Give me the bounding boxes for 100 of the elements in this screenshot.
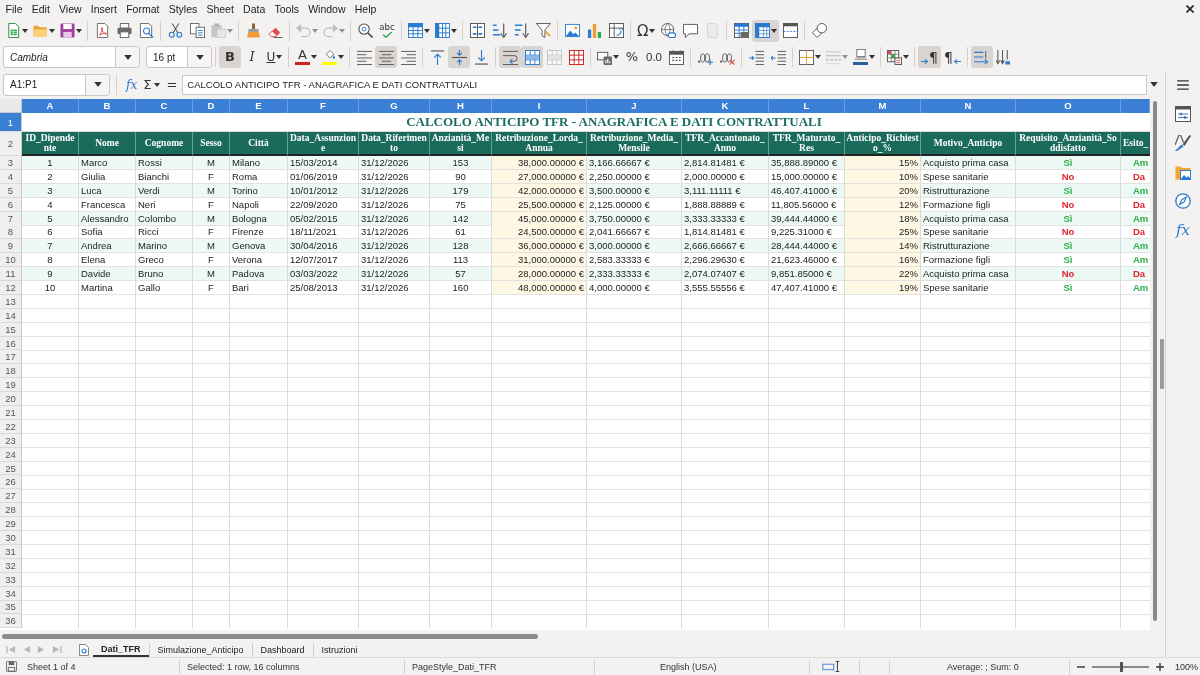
row-header[interactable]: 36 xyxy=(0,614,22,629)
row-header[interactable]: 12 xyxy=(0,281,22,295)
font-size-field[interactable]: 16 pt xyxy=(146,46,212,68)
navigator-button[interactable] xyxy=(1172,190,1194,212)
text-left-to-right-button[interactable] xyxy=(970,46,993,68)
column-header[interactable]: F xyxy=(288,99,359,113)
empty-cell-grid[interactable] xyxy=(22,294,1150,629)
scrollbar-thumb[interactable] xyxy=(1153,101,1157,621)
sum-button[interactable]: Σ xyxy=(140,74,164,95)
name-box[interactable]: A1:P1 xyxy=(3,73,110,96)
center-vertically-button[interactable] xyxy=(448,46,470,68)
row-header[interactable]: 19 xyxy=(0,378,22,393)
column-header[interactable]: J xyxy=(587,99,682,113)
bold-button[interactable]: B xyxy=(219,46,241,68)
column-header[interactable]: L xyxy=(769,99,845,113)
number-button[interactable]: 0.0 xyxy=(643,46,665,68)
styles-button[interactable] xyxy=(1172,132,1194,154)
row-header[interactable]: 8 xyxy=(0,225,22,240)
menu-item[interactable]: Tools xyxy=(269,1,304,17)
underline-button[interactable]: U xyxy=(263,46,285,68)
selection-mode-icon[interactable] xyxy=(822,661,841,672)
align-center-button[interactable] xyxy=(375,46,397,68)
column-header[interactable]: D xyxy=(193,99,230,113)
sheet-tab[interactable]: Istruzioni xyxy=(312,642,366,657)
menu-item[interactable]: Edit xyxy=(27,1,55,17)
row-header[interactable]: 28 xyxy=(0,503,22,518)
table-cell: 25% xyxy=(845,225,921,240)
row-header[interactable]: 3 xyxy=(0,156,22,170)
column-header[interactable]: A xyxy=(22,99,79,113)
table-cell: Rossi xyxy=(136,156,193,170)
border-color-button[interactable] xyxy=(850,46,877,68)
menu-item[interactable]: Help xyxy=(350,1,381,17)
row-header[interactable]: 2 xyxy=(0,132,22,156)
table-cell: 19% xyxy=(845,281,921,295)
row-header[interactable]: 10 xyxy=(0,253,22,268)
page-style[interactable]: PageStyle_Dati_TFR xyxy=(412,661,497,672)
menu-item[interactable]: Data xyxy=(238,1,270,17)
scrollbar-thumb[interactable] xyxy=(2,633,538,639)
row-header[interactable]: 21 xyxy=(0,406,22,420)
column-header[interactable]: H xyxy=(430,99,492,113)
menu-item[interactable]: File xyxy=(1,1,28,17)
column-header[interactable]: I xyxy=(492,99,587,113)
row-header[interactable]: 20 xyxy=(0,392,22,407)
column-header[interactable]: E xyxy=(230,99,288,113)
row-header[interactable]: 18 xyxy=(0,364,22,379)
merge-and-center-button[interactable] xyxy=(521,46,543,68)
sort-ascending-icon xyxy=(491,23,507,38)
language[interactable]: English (USA) xyxy=(660,661,717,672)
close-button[interactable] xyxy=(1184,3,1196,15)
special-character-button[interactable]: Ω xyxy=(634,19,658,42)
sidebar-handle[interactable] xyxy=(1160,339,1164,389)
wrap-text-button[interactable] xyxy=(499,46,521,68)
row-header[interactable]: 27 xyxy=(0,489,22,504)
zoom-level[interactable]: 100% xyxy=(1175,661,1199,672)
globe-link-icon xyxy=(660,23,676,38)
column-header[interactable]: M xyxy=(845,99,921,113)
table-cell: 3,166.66667 € xyxy=(587,156,682,170)
table-cell: 7 xyxy=(22,239,79,254)
column-header[interactable]: G xyxy=(359,99,430,113)
functions-button[interactable]: fx xyxy=(1172,219,1194,241)
function-wizard-button[interactable]: fx xyxy=(123,74,141,95)
spelling-button[interactable]: abc xyxy=(376,19,398,42)
font-color-button[interactable]: A xyxy=(292,46,319,68)
menu-item[interactable]: Format xyxy=(121,1,165,17)
column-header[interactable]: C xyxy=(136,99,193,113)
left-to-right-button[interactable]: ¶ xyxy=(918,46,941,68)
row-header[interactable]: 11 xyxy=(0,267,22,282)
zoom-in-button[interactable] xyxy=(1155,661,1165,672)
column-header[interactable]: O xyxy=(1016,99,1121,113)
menu-item[interactable]: View xyxy=(54,1,87,17)
sheet-tab[interactable]: Dati_TFR xyxy=(93,642,149,657)
italic-button[interactable]: I xyxy=(241,46,263,68)
menu-item[interactable]: Window xyxy=(303,1,351,17)
row-header[interactable]: 30 xyxy=(0,531,22,545)
row-header[interactable]: 29 xyxy=(0,517,22,532)
row-header[interactable]: 1 xyxy=(0,113,22,132)
menu-item[interactable]: Sheet xyxy=(201,1,239,17)
right-to-left-button[interactable]: ¶ xyxy=(940,46,964,68)
column-header[interactable]: B xyxy=(79,99,136,113)
sheet-tab[interactable]: Simulazione_Anticipo xyxy=(148,642,252,657)
row-header[interactable]: 26 xyxy=(0,475,22,490)
formula-input[interactable]: CALCOLO ANTICIPO TFR - ANAGRAFICA E DATI CONTRATTUALI xyxy=(182,74,1147,95)
font-name-field[interactable]: Cambria xyxy=(3,46,140,68)
table-cell: Padova xyxy=(230,267,288,282)
formula-button[interactable]: = xyxy=(163,74,181,95)
properties-button[interactable] xyxy=(1172,103,1194,125)
menu-item[interactable]: Insert xyxy=(86,1,122,17)
column-header[interactable]: K xyxy=(682,99,769,113)
column-header[interactable]: N xyxy=(921,99,1016,113)
menu-item[interactable]: Styles xyxy=(164,1,202,17)
percent-button[interactable]: % xyxy=(621,46,643,68)
sheet-tab[interactable]: Dashboard xyxy=(251,642,313,657)
freeze-button[interactable] xyxy=(752,19,780,42)
row-header[interactable]: 17 xyxy=(0,350,22,365)
table-cell: Acquisto prima casa xyxy=(921,156,1016,170)
add-sheet-button[interactable] xyxy=(78,643,90,656)
row-header[interactable]: 9 xyxy=(0,239,22,254)
zoom-slider-thumb[interactable] xyxy=(1119,661,1123,672)
table-cell: 14% xyxy=(845,239,921,254)
table-cell: 57 xyxy=(430,267,492,282)
